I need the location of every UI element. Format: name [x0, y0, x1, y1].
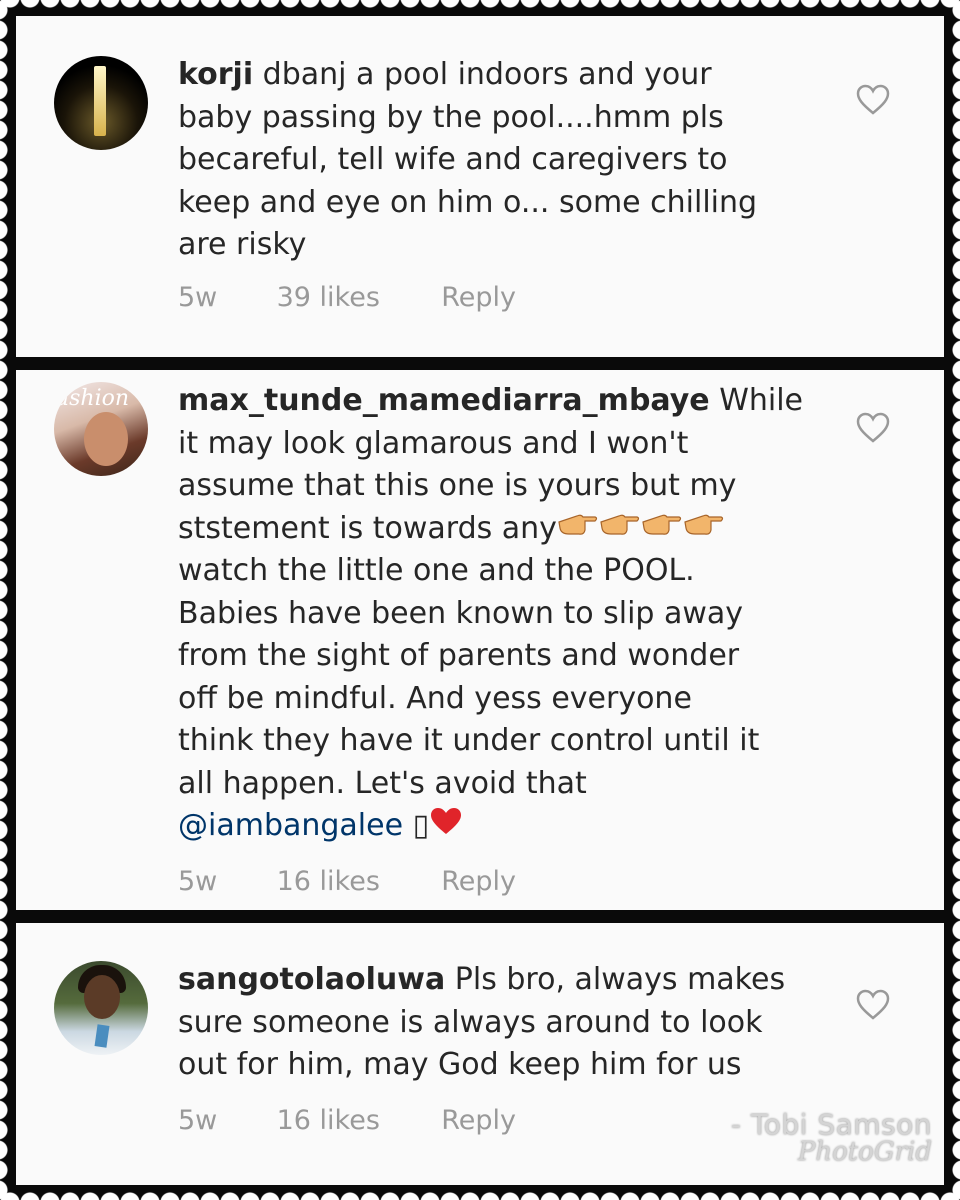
mention-link[interactable]: @iambangalee	[178, 808, 403, 843]
comment-panel-2: ashion max_tunde_mamediarra_mbaye While …	[16, 370, 944, 910]
portrait-face	[84, 975, 120, 1019]
reply-button[interactable]: Reply	[441, 866, 516, 897]
like-heart-icon[interactable]	[856, 84, 890, 116]
comment-meta: 5w 16 likes Reply	[178, 866, 516, 897]
timestamp: 5w	[178, 282, 218, 313]
timestamp: 5w	[178, 866, 218, 897]
scalloped-border-top	[0, 0, 960, 10]
comment-meta: 5w 16 likes Reply	[178, 1105, 516, 1136]
pointing-hand-icon	[683, 508, 725, 551]
comment-panel-1: korji dbanj a pool indoors and your baby…	[16, 16, 944, 357]
pointing-hand-icon	[641, 508, 683, 551]
likes-count[interactable]: 16 likes	[277, 866, 433, 897]
unknown-glyph: ▯	[412, 808, 430, 844]
avatar[interactable]	[54, 961, 148, 1055]
username-link[interactable]: max_tunde_mamediarra_mbaye	[178, 383, 710, 418]
like-heart-icon[interactable]	[856, 989, 890, 1021]
avatar[interactable]	[54, 56, 148, 150]
reply-button[interactable]: Reply	[441, 1105, 516, 1136]
comment-text: sangotolaoluwa Pls bro, always makes sur…	[178, 962, 786, 1082]
comment-text: korji dbanj a pool indoors and your baby…	[178, 57, 758, 262]
pointing-hand-icon	[599, 508, 641, 551]
scalloped-border-right	[950, 0, 960, 1200]
tower-image	[94, 66, 106, 136]
magazine-logo: ashion	[56, 386, 130, 411]
avatar[interactable]: ashion	[54, 382, 148, 476]
timestamp: 5w	[178, 1105, 218, 1136]
comment-text: max_tunde_mamediarra_mbaye While it may …	[178, 380, 818, 848]
reply-button[interactable]: Reply	[441, 282, 516, 313]
username-link[interactable]: korji	[178, 57, 253, 92]
like-heart-icon[interactable]	[856, 412, 890, 444]
pointing-hand-icon	[557, 508, 599, 551]
photogrid-watermark: - Tobi Samson PhotoGrid	[731, 1108, 932, 1167]
portrait-face	[84, 412, 128, 466]
likes-count[interactable]: 39 likes	[277, 282, 433, 313]
username-link[interactable]: sangotolaoluwa	[178, 962, 445, 997]
portrait-tie	[94, 1024, 110, 1048]
comment-meta: 5w 39 likes Reply	[178, 282, 516, 313]
scalloped-border-left	[0, 0, 10, 1200]
likes-count[interactable]: 16 likes	[277, 1105, 433, 1136]
scalloped-border-bottom	[0, 1190, 960, 1200]
heart-emoji-icon	[429, 806, 463, 849]
watermark-app: PhotoGrid	[797, 1137, 932, 1167]
